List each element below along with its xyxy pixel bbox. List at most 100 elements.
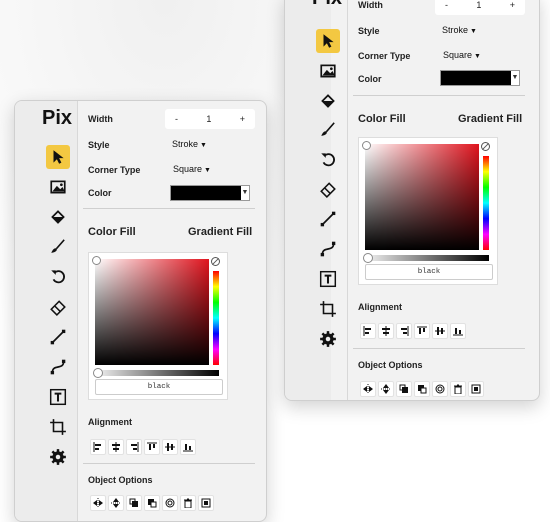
brush-tool[interactable] — [46, 234, 70, 258]
group-button[interactable] — [198, 495, 214, 511]
group-button[interactable] — [468, 381, 484, 397]
fill-tool[interactable] — [316, 89, 340, 113]
delete-button[interactable] — [450, 381, 466, 397]
send-backward-button[interactable] — [414, 381, 430, 397]
align-left-button[interactable] — [360, 323, 376, 339]
align-right-button[interactable] — [396, 323, 412, 339]
align-left-button[interactable] — [90, 439, 106, 455]
align-bottom-icon — [453, 328, 463, 336]
image-tool[interactable] — [316, 59, 340, 83]
color-swatch-select[interactable]: ▼ — [440, 70, 520, 86]
back-panel: Pix Width - 1 + Style Stroke▼ Corner Typ… — [284, 0, 540, 401]
color-label: Color — [88, 188, 112, 198]
no-color-icon[interactable] — [481, 142, 490, 151]
style-select[interactable]: Stroke ▼ — [172, 139, 207, 149]
color-hex-input[interactable]: black — [365, 264, 493, 280]
width-increment-button[interactable]: + — [510, 0, 515, 10]
color-picker[interactable]: black — [358, 137, 498, 285]
crop-tool[interactable] — [316, 297, 340, 321]
undo-tool[interactable] — [316, 147, 340, 171]
select-tool[interactable] — [316, 29, 340, 53]
crop-tool[interactable] — [46, 415, 70, 439]
align-center-icon — [382, 326, 390, 336]
send-backward-button[interactable] — [144, 495, 160, 511]
color-fill-tab[interactable]: Color Fill — [88, 226, 136, 238]
object-options-buttons — [360, 381, 484, 397]
align-middle-button[interactable] — [162, 439, 178, 455]
gradient-fill-tab[interactable]: Gradient Fill — [188, 226, 252, 238]
text-tool[interactable] — [316, 267, 340, 291]
eraser-tool[interactable] — [46, 295, 70, 319]
saturation-value-area[interactable] — [92, 256, 209, 365]
duplicate-button[interactable] — [432, 381, 448, 397]
width-decrement-button[interactable]: - — [175, 114, 178, 124]
image-tool[interactable] — [46, 175, 70, 199]
line-tool[interactable] — [316, 207, 340, 231]
align-middle-button[interactable] — [432, 323, 448, 339]
eraser-tool[interactable] — [316, 177, 340, 201]
chevron-down-icon: ▼ — [470, 28, 477, 35]
align-top-button[interactable] — [144, 439, 160, 455]
alpha-knob[interactable] — [93, 368, 103, 378]
curve-tool[interactable] — [316, 237, 340, 261]
align-top-icon — [147, 442, 157, 450]
width-label: Width — [358, 0, 383, 10]
duplicate-button[interactable] — [162, 495, 178, 511]
undo-tool[interactable] — [46, 264, 70, 288]
corner-type-label: Corner Type — [358, 51, 411, 61]
flip-vertical-button[interactable] — [108, 495, 124, 511]
color-fill-tab[interactable]: Color Fill — [358, 113, 406, 125]
corner-type-select[interactable]: Square ▼ — [173, 164, 211, 174]
text-tool[interactable] — [46, 385, 70, 409]
settings-tool[interactable] — [316, 327, 340, 351]
picker-knob[interactable] — [362, 141, 371, 150]
flip-horizontal-button[interactable] — [90, 495, 106, 511]
style-select-value: Stroke — [172, 139, 199, 149]
group-icon — [471, 384, 481, 394]
fill-tool[interactable] — [46, 205, 70, 229]
alpha-slider[interactable] — [93, 368, 219, 378]
corner-type-select[interactable]: Square ▼ — [443, 50, 481, 60]
line-tool[interactable] — [46, 325, 70, 349]
picker-knob[interactable] — [92, 256, 101, 265]
bring-forward-button[interactable] — [396, 381, 412, 397]
app-logo: Pix — [312, 0, 342, 10]
alpha-knob[interactable] — [363, 253, 373, 263]
hue-slider[interactable] — [213, 271, 219, 365]
flip-vertical-button[interactable] — [378, 381, 394, 397]
saturation-value-area[interactable] — [362, 141, 479, 250]
width-decrement-button[interactable]: - — [445, 0, 448, 10]
align-right-button[interactable] — [126, 439, 142, 455]
align-center-button[interactable] — [378, 323, 394, 339]
align-bottom-button[interactable] — [180, 439, 196, 455]
align-bottom-button[interactable] — [450, 323, 466, 339]
width-value[interactable]: 1 — [476, 0, 481, 10]
app-logo: Pix — [42, 107, 73, 129]
object-options-label: Object Options — [358, 360, 423, 370]
settings-tool[interactable] — [46, 445, 70, 469]
color-swatch-select[interactable]: ▼ — [170, 185, 250, 201]
align-right-icon — [131, 442, 139, 452]
delete-button[interactable] — [180, 495, 196, 511]
alignment-label: Alignment — [358, 302, 402, 312]
sidebar-divider — [77, 101, 78, 521]
style-select[interactable]: Stroke ▼ — [442, 25, 477, 35]
hue-slider[interactable] — [483, 156, 489, 250]
align-top-button[interactable] — [414, 323, 430, 339]
alignment-buttons — [90, 439, 196, 455]
alpha-slider[interactable] — [363, 253, 489, 263]
select-tool[interactable] — [46, 145, 70, 169]
width-increment-button[interactable]: + — [240, 114, 245, 124]
color-hex-input[interactable]: black — [95, 379, 223, 395]
gradient-fill-tab[interactable]: Gradient Fill — [458, 113, 522, 125]
align-center-button[interactable] — [108, 439, 124, 455]
width-stepper[interactable]: - 1 + — [435, 0, 525, 15]
width-stepper[interactable]: - 1 + — [165, 109, 255, 129]
bring-forward-button[interactable] — [126, 495, 142, 511]
curve-tool[interactable] — [46, 355, 70, 379]
color-picker[interactable]: black — [88, 252, 228, 400]
width-value[interactable]: 1 — [206, 114, 211, 124]
brush-tool[interactable] — [316, 117, 340, 141]
flip-horizontal-button[interactable] — [360, 381, 376, 397]
no-color-icon[interactable] — [211, 257, 220, 266]
